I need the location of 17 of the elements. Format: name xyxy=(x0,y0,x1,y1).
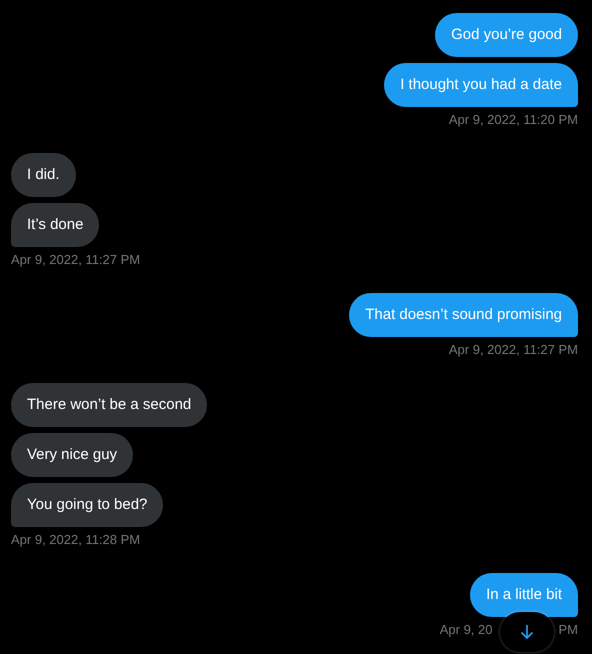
timestamp: Apr 9, 2022, 11:20 PM xyxy=(448,111,578,129)
message-bubble: You going to bed? xyxy=(11,483,164,527)
timestamp: PM xyxy=(558,621,578,639)
timestamp: Apr 9, 20 xyxy=(440,621,492,639)
timestamp: Apr 9, 2022, 11:27 PM xyxy=(11,251,140,269)
message-bubble: God you’re good xyxy=(435,13,578,57)
timestamp: Apr 9, 2022, 11:27 PM xyxy=(448,341,578,359)
message-bubble: That doesn’t sound promising xyxy=(349,293,578,337)
message-bubble: There won’t be a second xyxy=(11,383,208,427)
arrow-down-icon xyxy=(520,624,534,640)
scroll-down-button[interactable] xyxy=(500,612,554,652)
message-bubble: In a little bit xyxy=(470,573,578,617)
message-bubble: I did. xyxy=(11,153,76,197)
timestamp: Apr 9, 2022, 11:28 PM xyxy=(11,531,140,549)
message-bubble: It’s done xyxy=(11,203,100,247)
message-bubble: Very nice guy xyxy=(11,433,134,477)
message-bubble: I thought you had a date xyxy=(384,63,578,107)
